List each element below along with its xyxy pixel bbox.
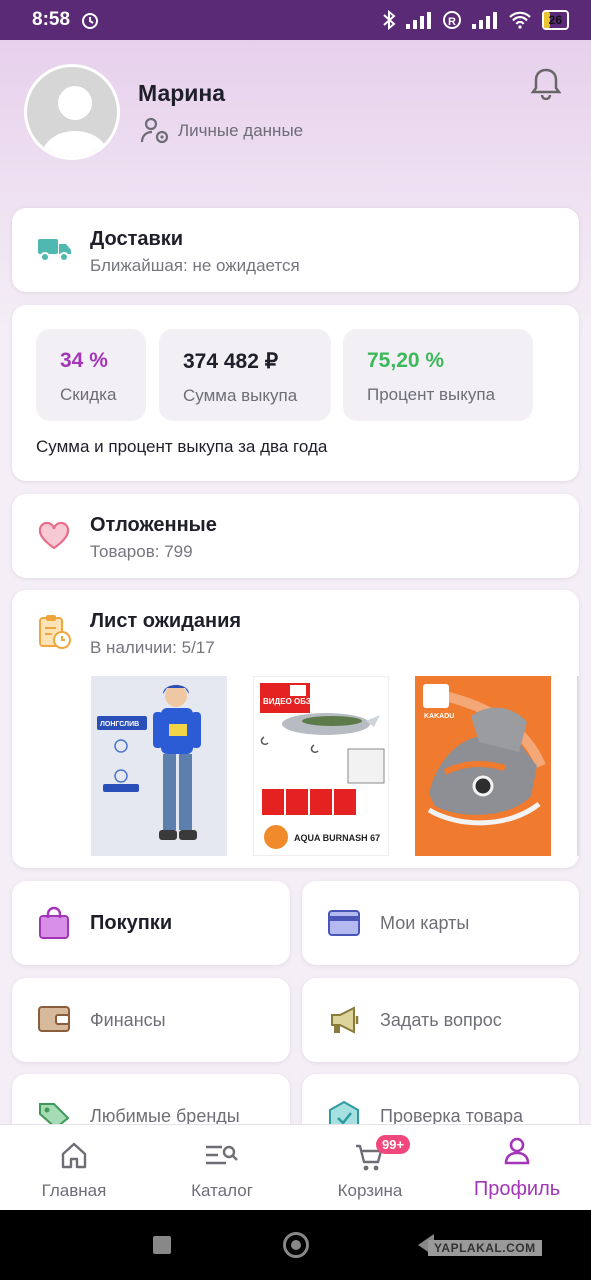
favorites-card[interactable]: Отложенные Товаров: 799	[12, 494, 579, 578]
battery-level: 26	[548, 13, 562, 27]
nav-profile-label: Профиль	[473, 1178, 561, 1200]
boy-longsleeve-image: ЛОНГСЛИВ	[91, 676, 227, 856]
nav-home-label: Главная	[41, 1181, 107, 1200]
buyout-percent-stat: 75,20 % Процент выкупа	[343, 329, 533, 421]
product-2-caption: AQUA BURNASH 67	[294, 833, 380, 843]
cart-badge: 99+	[376, 1135, 411, 1154]
personal-data-label: Личные данные	[178, 121, 304, 140]
buyout-sum-label: Сумма выкупа	[183, 386, 298, 405]
signal-2-icon	[471, 12, 497, 29]
nav-cart-label: Корзина	[337, 1181, 403, 1200]
megaphone-icon	[331, 1006, 359, 1034]
buyout-sum-value: 374 482 ₽	[183, 350, 279, 373]
waitlist-product-1[interactable]: ЛОНГСЛИВ	[91, 676, 227, 856]
buyout-percent-value: 75,20 %	[367, 349, 445, 372]
product-3-badge: KAKADU	[424, 713, 454, 720]
discount-value: 34 %	[60, 349, 108, 372]
bank-card-icon	[328, 910, 360, 936]
heart-icon	[38, 522, 70, 550]
battery-icon: 26	[541, 10, 569, 30]
delivery-card[interactable]: Доставки Ближайшая: не ожидается	[12, 208, 579, 292]
waitlist-product-2[interactable]: ВИДЕО ОБЗОР AQUA BURNASH 67	[253, 676, 389, 856]
kids-sneakers-image: KAKADU	[415, 676, 551, 856]
truck-icon	[38, 239, 71, 262]
notifications-bell-icon[interactable]	[530, 66, 562, 100]
purchases-label: Покупки	[90, 912, 173, 934]
product-1-badge: ЛОНГСЛИВ	[100, 721, 139, 728]
profile-icon	[504, 1137, 530, 1165]
waitlist-card[interactable]: Лист ожидания В наличии: 5/17 ЛОНГСЛИВ В…	[12, 590, 579, 868]
nav-catalog-label: Каталог	[191, 1181, 253, 1200]
svg-text:R: R	[448, 16, 456, 28]
stats-note: Сумма и процент выкупа за два года	[36, 437, 328, 456]
waitlist-next-thumb	[577, 676, 579, 856]
nav-home[interactable]: Главная	[0, 1125, 148, 1211]
bluetooth-icon	[382, 10, 396, 30]
buyout-sum-stat: 374 482 ₽ Сумма выкупа	[159, 329, 331, 421]
nav-cart[interactable]: 99+ Корзина	[296, 1125, 444, 1211]
waitlist-product-3[interactable]: KAKADU	[415, 676, 551, 856]
waitlist-title: Лист ожидания	[90, 610, 242, 632]
home-button[interactable]	[283, 1232, 309, 1258]
catalog-search-icon	[206, 1145, 238, 1165]
favorites-subtitle: Товаров: 799	[90, 542, 193, 561]
avatar[interactable]	[24, 64, 120, 160]
watermark: YAPLAKAL.COM	[428, 1240, 542, 1256]
waitlist-subtitle: В наличии: 5/17	[90, 638, 215, 657]
finances-tile[interactable]: Финансы	[12, 978, 290, 1062]
home-icon	[61, 1142, 87, 1169]
delivery-title: Доставки	[90, 228, 184, 250]
user-settings-icon	[140, 117, 169, 144]
alarm-icon	[82, 13, 99, 29]
favorites-title: Отложенные	[90, 514, 217, 536]
my-cards-tile[interactable]: Мои карты	[302, 881, 579, 965]
purchases-tile[interactable]: Покупки	[12, 881, 290, 965]
buyout-percent-label: Процент выкупа	[367, 385, 496, 404]
signal-icon	[405, 12, 431, 29]
recents-button[interactable]	[153, 1236, 171, 1254]
discount-label: Скидка	[60, 385, 117, 404]
stats-card: 34 % Скидка 374 482 ₽ Сумма выкупа 75,20…	[12, 305, 579, 481]
nav-profile[interactable]: Профиль	[443, 1125, 591, 1211]
product-2-badge: ВИДЕО ОБЗОР	[263, 697, 323, 706]
wallet-icon	[38, 1006, 70, 1032]
nav-catalog[interactable]: Каталог	[148, 1125, 296, 1211]
shopping-bag-icon	[39, 906, 69, 939]
wifi-icon	[508, 11, 531, 29]
waitlist-clipboard-icon	[39, 615, 71, 649]
fishing-lure-image: ВИДЕО ОБЗОР AQUA BURNASH 67	[254, 677, 388, 855]
user-name: Марина	[138, 80, 226, 106]
personal-data-link[interactable]: Личные данные	[140, 116, 303, 146]
my-cards-label: Мои карты	[380, 913, 470, 933]
delivery-subtitle: Ближайшая: не ожидается	[90, 256, 300, 275]
finances-label: Финансы	[90, 1010, 166, 1030]
roaming-icon: R	[442, 11, 461, 29]
ask-question-tile[interactable]: Задать вопрос	[302, 978, 579, 1062]
discount-stat: 34 % Скидка	[36, 329, 146, 421]
status-bar: 8:58 R 26	[0, 0, 591, 40]
ask-question-label: Задать вопрос	[380, 1010, 502, 1030]
clock: 8:58	[32, 9, 71, 30]
bottom-navigation: Главная Каталог 99+ Корзина Профиль	[0, 1124, 591, 1210]
